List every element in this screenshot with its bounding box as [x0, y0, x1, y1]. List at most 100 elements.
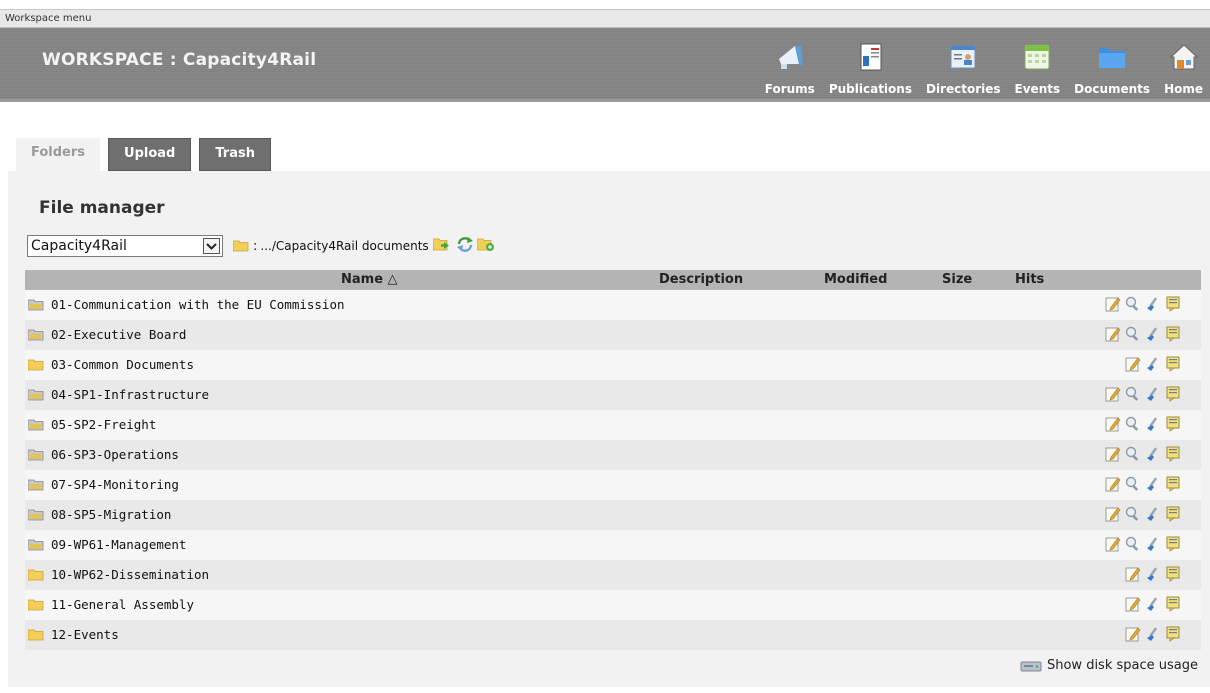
table-row[interactable]: 05-SP2-Freight	[25, 410, 1201, 440]
file-tabs: Folders Upload Trash	[16, 138, 279, 171]
restricted-folder-icon	[27, 418, 44, 431]
magnifier-icon[interactable]	[1124, 475, 1142, 493]
chevron-down-icon[interactable]	[203, 238, 220, 254]
tools-icon[interactable]	[1144, 595, 1162, 613]
tab-trash[interactable]: Trash	[199, 138, 271, 171]
tools-icon[interactable]	[1144, 445, 1162, 463]
magnifier-icon[interactable]	[1124, 505, 1142, 523]
table-row[interactable]: 08-SP5-Migration	[25, 500, 1201, 530]
table-row[interactable]: 12-Events	[25, 620, 1201, 650]
edit-icon[interactable]	[1104, 505, 1122, 523]
tools-icon[interactable]	[1144, 355, 1162, 373]
tools-icon[interactable]	[1144, 565, 1162, 583]
edit-icon[interactable]	[1104, 445, 1122, 463]
magnifier-icon[interactable]	[1124, 325, 1142, 343]
comment-icon[interactable]	[1164, 595, 1182, 613]
tools-icon[interactable]	[1144, 625, 1162, 643]
edit-icon[interactable]	[1104, 415, 1122, 433]
edit-icon[interactable]	[1104, 475, 1122, 493]
column-description[interactable]: Description	[659, 272, 743, 287]
row-name[interactable]: 11-General Assembly	[51, 597, 194, 612]
row-name[interactable]: 05-SP2-Freight	[51, 417, 156, 432]
edit-icon[interactable]	[1104, 385, 1122, 403]
row-name[interactable]: 09-WP61-Management	[51, 537, 186, 552]
nav-forums[interactable]: Forums	[758, 34, 822, 96]
row-name[interactable]: 02-Executive Board	[51, 327, 186, 342]
small-folder-icon	[232, 237, 249, 256]
row-name[interactable]: 01-Communication with the EU Commission	[51, 297, 345, 312]
edit-icon[interactable]	[1104, 325, 1122, 343]
nav-directories[interactable]: Directories	[919, 34, 1008, 96]
folder-icon	[27, 628, 44, 641]
table-row[interactable]: 06-SP3-Operations	[25, 440, 1201, 470]
row-name[interactable]: 07-SP4-Monitoring	[51, 477, 179, 492]
edit-icon[interactable]	[1124, 355, 1142, 373]
edit-icon[interactable]	[1104, 295, 1122, 313]
magnifier-icon[interactable]	[1124, 445, 1142, 463]
nav-documents[interactable]: Documents	[1067, 34, 1157, 96]
column-hits[interactable]: Hits	[1015, 272, 1044, 287]
table-row[interactable]: 10-WP62-Dissemination	[25, 560, 1201, 590]
comment-icon[interactable]	[1164, 565, 1182, 583]
tools-icon[interactable]	[1144, 295, 1162, 313]
column-name[interactable]: Name △	[341, 272, 398, 287]
table-row[interactable]: 07-SP4-Monitoring	[25, 470, 1201, 500]
row-name[interactable]: 08-SP5-Migration	[51, 507, 171, 522]
tab-upload[interactable]: Upload	[108, 138, 192, 171]
folder-select-value: Capacity4Rail	[31, 238, 127, 254]
tools-icon[interactable]	[1144, 415, 1162, 433]
table-row[interactable]: 02-Executive Board	[25, 320, 1201, 350]
tools-icon[interactable]	[1144, 385, 1162, 403]
column-modified[interactable]: Modified	[824, 272, 887, 287]
restricted-folder-icon	[27, 298, 44, 311]
table-row[interactable]: 03-Common Documents	[25, 350, 1201, 380]
tools-icon[interactable]	[1144, 325, 1162, 343]
column-size[interactable]: Size	[942, 272, 972, 287]
nav-events[interactable]: Events	[1008, 34, 1068, 96]
workspace-menu-bar[interactable]: Workspace menu	[0, 9, 1210, 28]
comment-icon[interactable]	[1164, 385, 1182, 403]
table-row[interactable]: 11-General Assembly	[25, 590, 1201, 620]
comment-icon[interactable]	[1164, 505, 1182, 523]
row-name[interactable]: 10-WP62-Dissemination	[51, 567, 209, 582]
comment-icon[interactable]	[1164, 325, 1182, 343]
directory-card-icon	[948, 42, 978, 72]
comment-icon[interactable]	[1164, 445, 1182, 463]
table-row[interactable]: 01-Communication with the EU Commission	[25, 290, 1201, 320]
refresh-icon[interactable]	[456, 236, 474, 256]
row-name[interactable]: 06-SP3-Operations	[51, 447, 179, 462]
row-name[interactable]: 03-Common Documents	[51, 357, 194, 372]
tools-icon[interactable]	[1144, 475, 1162, 493]
edit-icon[interactable]	[1104, 535, 1122, 553]
table-row[interactable]: 09-WP61-Management	[25, 530, 1201, 560]
new-folder-icon[interactable]	[476, 236, 495, 256]
edit-icon[interactable]	[1124, 565, 1142, 583]
row-name[interactable]: 04-SP1-Infrastructure	[51, 387, 209, 402]
disk-usage-link[interactable]: Show disk space usage	[1020, 658, 1198, 673]
edit-icon[interactable]	[1124, 595, 1142, 613]
tools-icon[interactable]	[1144, 505, 1162, 523]
comment-icon[interactable]	[1164, 355, 1182, 373]
nav-publications[interactable]: Publications	[822, 34, 919, 96]
magnifier-icon[interactable]	[1124, 295, 1142, 313]
workspace-title: WORKSPACE : Capacity4Rail	[42, 50, 317, 70]
row-actions	[1124, 565, 1182, 583]
magnifier-icon[interactable]	[1124, 385, 1142, 403]
magnifier-icon[interactable]	[1124, 415, 1142, 433]
comment-icon[interactable]	[1164, 625, 1182, 643]
comment-icon[interactable]	[1164, 475, 1182, 493]
nav-home[interactable]: Home	[1157, 34, 1210, 96]
folder-go-icon[interactable]	[432, 236, 453, 256]
table-row[interactable]: 04-SP1-Infrastructure	[25, 380, 1201, 410]
comment-icon[interactable]	[1164, 415, 1182, 433]
comment-icon[interactable]	[1164, 295, 1182, 313]
comment-icon[interactable]	[1164, 535, 1182, 553]
home-icon	[1169, 42, 1199, 72]
folder-select[interactable]: Capacity4Rail	[27, 235, 223, 257]
row-name[interactable]: 12-Events	[51, 627, 119, 642]
edit-icon[interactable]	[1124, 625, 1142, 643]
tab-folders[interactable]: Folders	[16, 138, 101, 171]
nav-events-label: Events	[1014, 82, 1061, 96]
magnifier-icon[interactable]	[1124, 535, 1142, 553]
tools-icon[interactable]	[1144, 535, 1162, 553]
